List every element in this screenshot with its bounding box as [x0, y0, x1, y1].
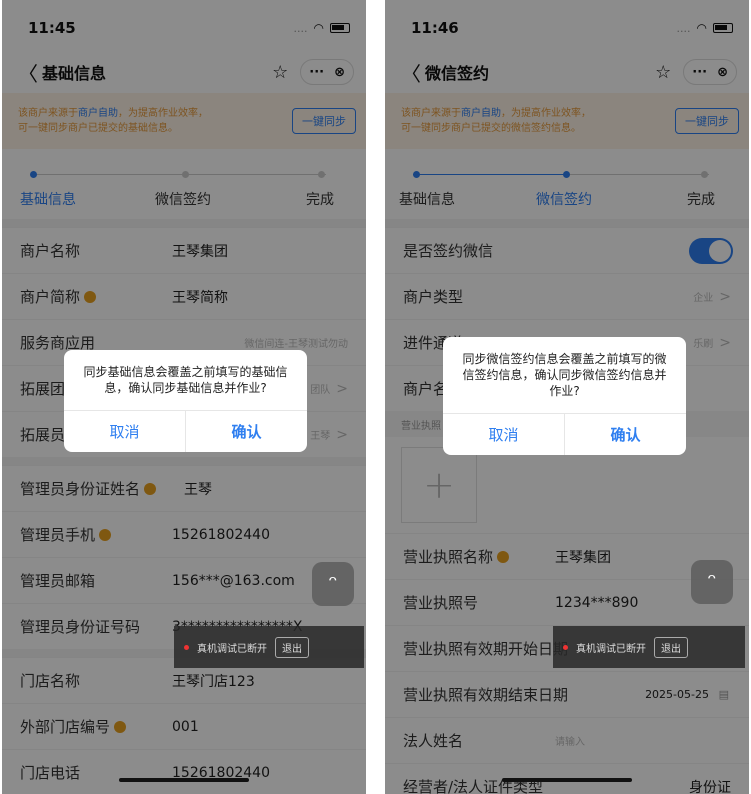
home-indicator — [119, 778, 249, 782]
confirm-dialog: 同步微信签约信息会覆盖之前填写的微信签约信息，确认同步微信签约信息并作业? 取消… — [443, 337, 686, 455]
left-phone-screen: 11:45 .... ◠ 〈 基础信息 ☆ ··· ⊗ 该商户来源于商户自助，为提高… — [2, 0, 366, 794]
dialog-message: 同步微信签约信息会覆盖之前填写的微信签约信息，确认同步微信签约信息并作业? — [462, 352, 667, 398]
confirm-dialog: 同步基础信息会覆盖之前填写的基础信息，确认同步基础信息并作业? 取消 确认 — [64, 350, 307, 452]
cancel-button[interactable]: 取消 — [443, 414, 564, 455]
home-indicator — [502, 778, 632, 782]
right-phone-screen: 11:46 .... ◠ 〈 微信签约 ☆ ··· ⊗ 该商户来源于商户自助，为提高… — [385, 0, 749, 794]
confirm-button[interactable]: 确认 — [564, 414, 686, 455]
debug-bar: 真机调试已断开 退出 — [553, 626, 745, 668]
cancel-button[interactable]: 取消 — [64, 411, 185, 452]
debug-exit-button[interactable]: 退出 — [654, 636, 688, 658]
debug-bug-icon[interactable]: ᵔ — [312, 562, 354, 606]
dialog-message: 同步基础信息会覆盖之前填写的基础信息，确认同步基础信息并作业? — [83, 365, 288, 395]
debug-bug-icon[interactable]: ᵔ — [691, 560, 733, 604]
status-dot-icon — [184, 644, 189, 650]
debug-bar: 真机调试已断开 退出 — [174, 626, 364, 668]
debug-exit-button[interactable]: 退出 — [275, 636, 309, 658]
status-dot-icon — [563, 644, 568, 650]
confirm-button[interactable]: 确认 — [185, 411, 307, 452]
